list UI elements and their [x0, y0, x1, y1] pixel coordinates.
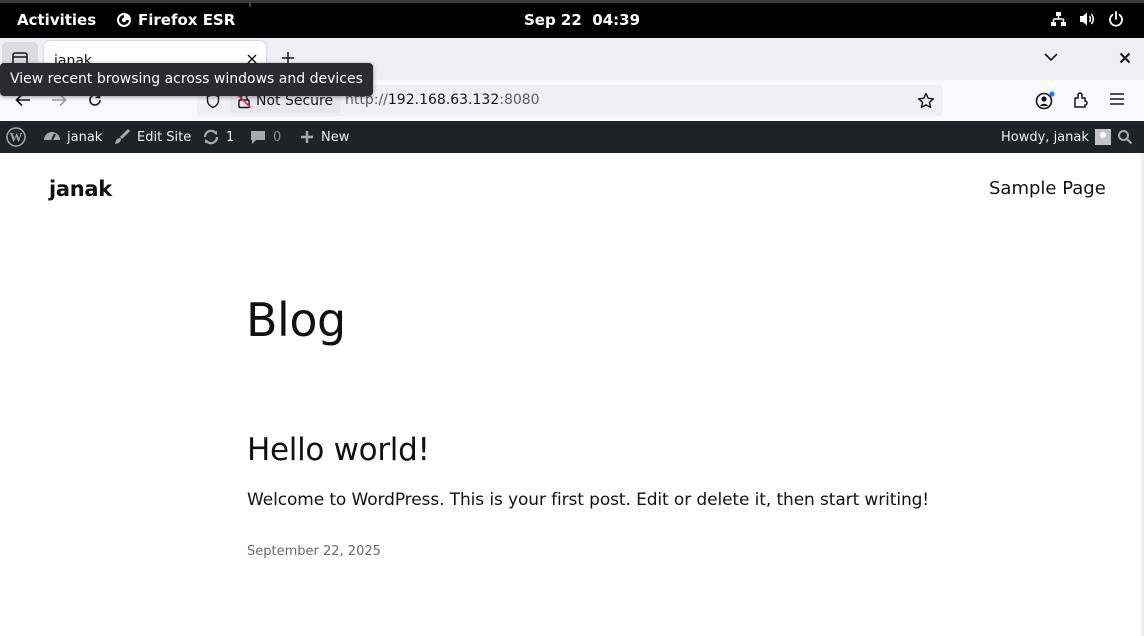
new-content-menu[interactable]: New — [299, 121, 349, 153]
comments-link[interactable]: 0 — [249, 121, 281, 153]
activities-button[interactable]: Activities — [17, 11, 96, 29]
app-name: Firefox ESR — [138, 11, 236, 29]
bookmark-star-icon[interactable] — [917, 92, 935, 110]
comment-icon — [249, 128, 267, 146]
volume-icon — [1079, 11, 1096, 27]
firefox-icon — [116, 12, 132, 28]
system-tray[interactable] — [1050, 11, 1124, 27]
post-date[interactable]: September 22, 2025 — [247, 544, 381, 559]
post-title[interactable]: Hello world! — [247, 432, 430, 468]
post-excerpt: Welcome to WordPress. This is your first… — [247, 490, 930, 510]
firefox-view-tooltip: View recent browsing across windows and … — [0, 63, 373, 96]
edit-site-label: Edit Site — [137, 129, 192, 145]
bar-divider — [249, 0, 251, 7]
page-title: Blog — [246, 293, 346, 347]
site-name-menu[interactable]: janak — [43, 121, 102, 153]
site-name-label: janak — [67, 129, 103, 145]
site-content: janak Sample Page Blog Hello world! Welc… — [0, 153, 1141, 636]
edit-site-link[interactable]: Edit Site — [113, 121, 191, 153]
clock[interactable]: Sep 22 04:39 — [524, 11, 640, 29]
wordpress-logo-icon: W — [6, 127, 26, 147]
avatar — [1094, 129, 1111, 145]
wp-logo-menu[interactable]: W — [6, 121, 26, 153]
clock-date: Sep 22 — [524, 11, 582, 29]
brush-icon — [113, 128, 131, 146]
account-icon[interactable] — [1035, 91, 1055, 111]
power-icon — [1108, 11, 1124, 27]
admin-search[interactable] — [1117, 121, 1133, 153]
url-text: http://192.168.63.132:8080 — [345, 92, 540, 108]
svg-text:W: W — [10, 130, 23, 145]
dashboard-icon — [43, 128, 61, 146]
my-account-menu[interactable]: Howdy, janak — [1001, 121, 1111, 153]
window-close-icon[interactable] — [1119, 52, 1131, 64]
url-port: :8080 — [499, 92, 540, 108]
comments-count: 0 — [273, 129, 282, 145]
nav-link-sample-page[interactable]: Sample Page — [989, 178, 1106, 199]
network-icon — [1050, 11, 1067, 27]
clock-time: 04:39 — [592, 11, 641, 29]
app-menu[interactable]: Firefox ESR — [116, 11, 235, 29]
site-title[interactable]: janak — [49, 177, 112, 201]
updates-link[interactable]: 1 — [202, 121, 234, 153]
menu-icon[interactable] — [1109, 91, 1125, 107]
url-host: 192.168.63.132 — [387, 92, 500, 108]
plus-icon — [299, 129, 315, 145]
list-all-tabs-icon[interactable] — [1044, 52, 1058, 62]
gnome-top-bar: Activities Firefox ESR Sep 22 04:39 — [0, 0, 1144, 38]
updates-count: 1 — [226, 129, 235, 145]
howdy-label: Howdy, janak — [1001, 129, 1089, 145]
new-label: New — [321, 129, 350, 145]
top-edge — [0, 0, 1144, 3]
updates-icon — [202, 128, 220, 146]
wp-admin-bar: W janak Edit Site 1 0 New Howdy, janak — [0, 121, 1144, 153]
search-icon — [1117, 129, 1133, 145]
extensions-icon[interactable] — [1072, 91, 1090, 109]
